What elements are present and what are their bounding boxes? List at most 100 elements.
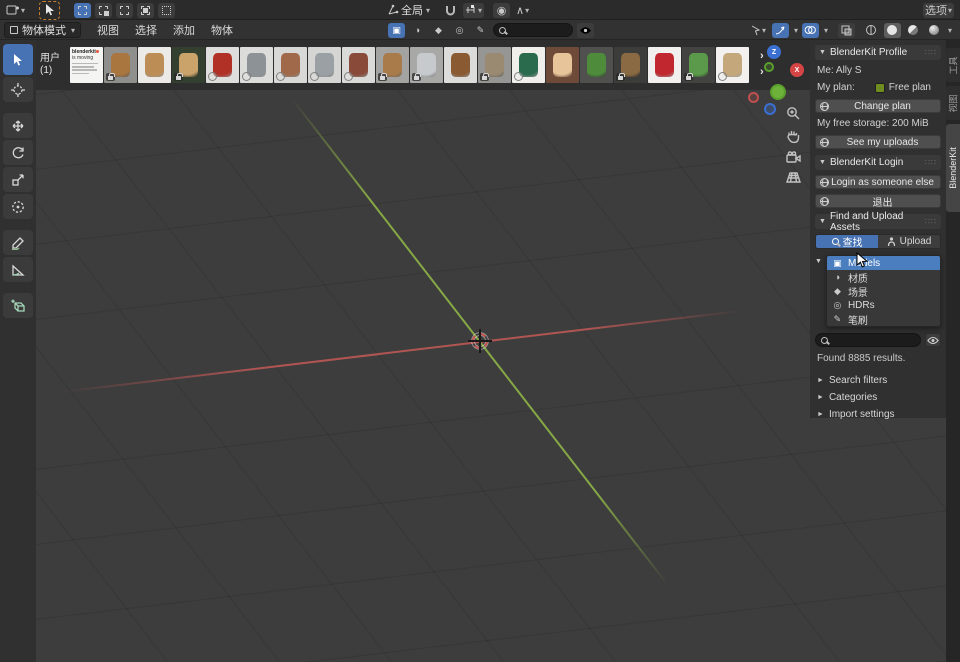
section-search-filters[interactable]: ► Search filters	[815, 372, 941, 389]
options-button[interactable]: 选项 ▾	[922, 2, 954, 18]
tool-rotate[interactable]	[3, 140, 33, 165]
section-import-settings[interactable]: ► Import settings	[815, 406, 941, 423]
logout-button[interactable]: 退出	[815, 194, 941, 209]
section-header-profile[interactable]: ▼ BlenderKit Profile ∷∷	[815, 45, 941, 60]
gizmo-x-axis[interactable]: X	[790, 63, 804, 77]
menu-select[interactable]: 选择	[129, 22, 163, 38]
section-header-find-upload[interactable]: ▼ Find and Upload Assets ∷∷	[815, 211, 941, 233]
asset-thumbnail-push-broom[interactable]	[342, 47, 375, 83]
assetbar-filter-models-button[interactable]: ▣	[388, 22, 405, 38]
select-mode-set-button[interactable]	[74, 2, 92, 18]
asset-type-materials[interactable]: ◑ 材质	[827, 270, 940, 285]
asset-thumbnail-wooden-bed[interactable]	[716, 47, 749, 83]
tab-view[interactable]: 视图	[946, 86, 960, 120]
search-tab[interactable]: 查找	[816, 235, 878, 248]
assetbar-scroll-right-icon[interactable]: ›	[760, 50, 764, 62]
asset-thumbnail-moving-banner[interactable]: blenderkit is moving	[70, 47, 103, 83]
object-visibility-dropdown[interactable]: ▾	[748, 23, 768, 38]
select-mode-intersect-button[interactable]	[158, 2, 176, 18]
editor-type-button[interactable]: ▾	[4, 3, 27, 18]
select-mode-subtract-button[interactable]	[116, 2, 134, 18]
viewport-pan-button[interactable]	[784, 126, 802, 144]
section-categories[interactable]: ► Categories	[815, 389, 941, 406]
panel-grip-icon[interactable]: ∷∷	[925, 48, 937, 57]
snap-target-dropdown[interactable]: ▾	[463, 2, 485, 18]
active-tool-select-button[interactable]	[39, 0, 61, 20]
viewport-camera-button[interactable]	[784, 148, 802, 166]
panel-search-input[interactable]	[831, 334, 911, 346]
asset-thumbnail-agave-plant[interactable]	[580, 47, 613, 83]
gizmo-z-axis[interactable]: Z	[767, 45, 781, 59]
asset-thumbnail-metal-door[interactable]	[308, 47, 341, 83]
menu-add[interactable]: 添加	[167, 22, 201, 38]
tool-transform[interactable]	[3, 194, 33, 219]
asset-type-brushes[interactable]: ✎ 笔刷	[827, 312, 940, 327]
asset-thumbnail-wooden-cabinet[interactable]	[104, 47, 137, 83]
asset-thumbnail-chrome-pipe[interactable]	[410, 47, 443, 83]
shading-dropdown[interactable]: ▾	[948, 26, 952, 35]
asset-thumbnail-moon-lamp[interactable]	[546, 47, 579, 83]
asset-thumbnail-wall-lamp[interactable]	[172, 47, 205, 83]
panel-grip-icon[interactable]: ∷∷	[925, 217, 937, 226]
show-gizmo-toggle[interactable]	[771, 22, 789, 38]
xray-toggle[interactable]	[837, 22, 855, 38]
tab-blenderkit[interactable]: BlenderKit	[946, 124, 960, 212]
overlays-dropdown[interactable]: ▾	[824, 26, 828, 35]
asset-thumbnail-succulent[interactable]	[682, 47, 715, 83]
asset-thumbnail-green-chair[interactable]	[512, 47, 545, 83]
search-visibility-button[interactable]	[925, 333, 941, 347]
assetbar-filter-materials-button[interactable]: ◑	[409, 23, 426, 38]
tool-annotate[interactable]	[3, 230, 33, 255]
mode-dropdown[interactable]: 物体模式 ▾	[4, 22, 82, 38]
gizmo-y-neg-axis[interactable]	[764, 62, 774, 72]
asset-thumbnail-copper-pole[interactable]	[274, 47, 307, 83]
tab-tool[interactable]: 工具	[946, 48, 960, 82]
shading-solid-button[interactable]	[883, 22, 901, 38]
falloff-curve-dropdown[interactable]: ∧ ▾	[514, 3, 531, 18]
tool-move[interactable]	[3, 113, 33, 138]
select-mode-invert-button[interactable]	[137, 2, 155, 18]
section-header-login[interactable]: ▼ BlenderKit Login ∷∷	[815, 155, 941, 170]
disclosure-open-icon[interactable]: ▼	[815, 258, 822, 327]
assetbar-filter-scenes-button[interactable]: ◆	[430, 23, 447, 38]
show-overlays-toggle[interactable]	[801, 22, 819, 38]
asset-thumbnail-road-sign[interactable]	[240, 47, 273, 83]
see-my-uploads-button[interactable]: See my uploads	[815, 135, 941, 149]
assetbar-search-input[interactable]	[509, 24, 569, 36]
assetbar-search[interactable]	[493, 23, 573, 37]
asset-type-hdrs[interactable]: ◎ HDRs	[827, 298, 940, 312]
shading-rendered-button[interactable]	[926, 23, 943, 38]
asset-type-models[interactable]: ▣ Models	[826, 256, 940, 270]
menu-view[interactable]: 视图	[91, 22, 125, 38]
menu-object[interactable]: 物体	[205, 22, 239, 38]
gizmo-dropdown[interactable]: ▾	[794, 26, 798, 35]
tool-add-cube[interactable]	[3, 293, 33, 318]
asset-thumbnail-dry-branch[interactable]	[614, 47, 647, 83]
panel-grip-icon[interactable]: ∷∷	[925, 158, 937, 167]
shading-wireframe-button[interactable]	[863, 23, 880, 38]
assetbar-filter-brushes-button[interactable]: ✎	[472, 23, 489, 38]
asset-type-scenes[interactable]: ◆ 场景	[827, 284, 940, 299]
gizmo-y-axis[interactable]	[770, 84, 786, 100]
shading-material-button[interactable]	[905, 23, 922, 38]
viewport-perspective-toggle[interactable]	[784, 168, 802, 186]
snap-toggle-button[interactable]	[442, 3, 459, 18]
gizmo-x-neg-axis[interactable]	[748, 92, 759, 103]
panel-search-field[interactable]	[815, 333, 921, 347]
viewport-zoom-button[interactable]	[784, 104, 802, 122]
login-as-someone-else-button[interactable]: Login as someone else	[815, 175, 941, 189]
asset-thumbnail-red-armchair[interactable]	[648, 47, 681, 83]
asset-thumbnail-wooden-stool[interactable]	[138, 47, 171, 83]
gizmo-z-neg-axis[interactable]	[764, 103, 776, 115]
asset-thumbnail-coffee-table[interactable]	[444, 47, 477, 83]
tool-select-box[interactable]	[3, 44, 33, 75]
upload-tab[interactable]: Upload	[878, 235, 940, 248]
proportional-editing-button[interactable]: ◉	[493, 2, 511, 18]
tool-measure[interactable]	[3, 257, 33, 282]
transform-orientation-dropdown[interactable]: 全局 ▾	[385, 3, 432, 18]
change-plan-button[interactable]: Change plan	[815, 99, 941, 113]
asset-thumbnail-rock-arch[interactable]	[478, 47, 511, 83]
asset-thumbnail-stop-sign[interactable]	[206, 47, 239, 83]
select-mode-extend-button[interactable]	[95, 2, 113, 18]
asset-thumbnail-sink-vanity[interactable]	[376, 47, 409, 83]
